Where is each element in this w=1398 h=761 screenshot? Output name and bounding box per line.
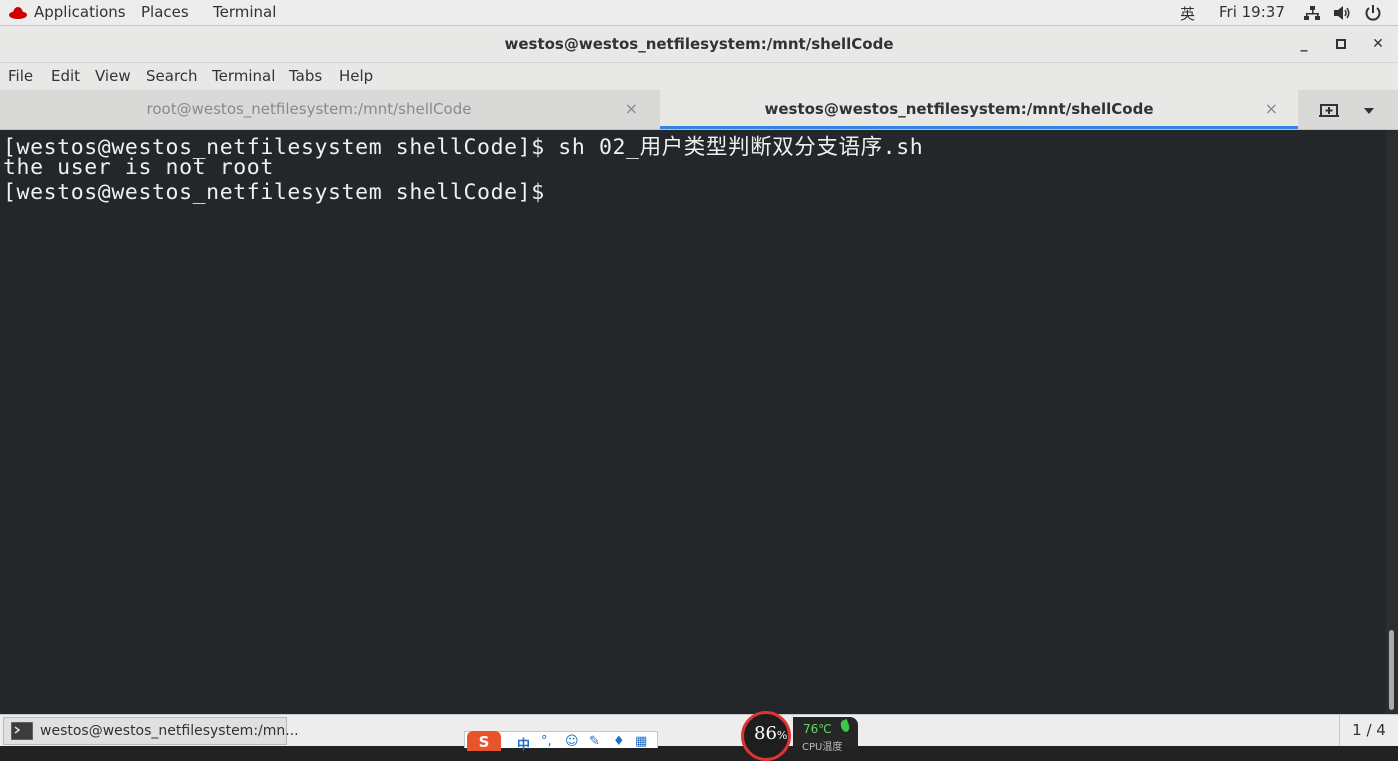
taskbar-window-label: westos@westos_netfilesystem:/mn... <box>40 723 299 739</box>
workspace-pager[interactable]: 1 / 4 <box>1339 715 1398 746</box>
punctuation-icon[interactable]: °, <box>541 734 552 749</box>
close-button[interactable]: ✕ <box>1368 34 1388 54</box>
terminal-line: [westos@westos_netfilesystem shellCode]$ <box>3 180 559 205</box>
power-icon[interactable] <box>1364 4 1382 26</box>
menu-file[interactable]: File <box>8 67 33 85</box>
menu-tabs[interactable]: Tabs <box>289 67 322 85</box>
tab-menu-icon[interactable] <box>1362 90 1392 129</box>
applications-menu[interactable]: Applications <box>34 3 126 21</box>
clock[interactable]: Fri 19:37 <box>1219 3 1285 21</box>
terminal-scrollbar[interactable] <box>1386 130 1398 714</box>
tab-label: root@westos_netfilesystem:/mnt/shellCode <box>146 100 472 118</box>
cpu-temperature: 76℃ <box>803 722 832 736</box>
window-title: westos@westos_netfilesystem:/mnt/shellCo… <box>504 35 894 53</box>
tab-root[interactable]: root@westos_netfilesystem:/mnt/shellCode… <box>0 90 658 129</box>
tab-close-icon[interactable]: × <box>625 99 638 118</box>
pen-icon[interactable]: ✎ <box>589 734 600 749</box>
cpu-usage-unit: % <box>776 729 788 742</box>
menu-edit[interactable]: Edit <box>51 67 80 85</box>
tab-label: westos@westos_netfilesystem:/mnt/shellCo… <box>764 100 1154 118</box>
voice-icon[interactable]: ♦ <box>613 734 625 749</box>
new-tab-icon[interactable] <box>1318 90 1348 129</box>
menubar: File Edit View Search Terminal Tabs Help <box>0 63 1398 90</box>
volume-icon[interactable] <box>1333 5 1351 25</box>
bottom-panel: westos@westos_netfilesystem:/mn... S 中 °… <box>0 714 1398 753</box>
terminal-view[interactable]: [westos@westos_netfilesystem shellCode]$… <box>0 130 1398 714</box>
terminal-app-menu[interactable]: Terminal <box>213 3 276 21</box>
maximize-button[interactable] <box>1331 34 1351 54</box>
menu-terminal[interactable]: Terminal <box>212 67 275 85</box>
leaf-icon <box>839 718 851 734</box>
redhat-icon <box>8 4 28 24</box>
ime-language[interactable]: 中 <box>517 734 530 753</box>
terminal-app-icon <box>10 721 34 744</box>
network-icon[interactable] <box>1303 5 1321 25</box>
tab-bar: root@westos_netfilesystem:/mnt/shellCode… <box>0 90 1398 130</box>
menu-view[interactable]: View <box>95 67 131 85</box>
ime-toolbar[interactable]: S 中 °, ☺ ✎ ♦ ▦ <box>464 731 658 753</box>
tab-westos[interactable]: westos@westos_netfilesystem:/mnt/shellCo… <box>660 90 1298 129</box>
terminal-line: the user is not root <box>3 155 274 180</box>
taskbar-window-item[interactable]: westos@westos_netfilesystem:/mn... <box>3 717 299 745</box>
minimize-button[interactable]: _ <box>1294 34 1314 54</box>
input-method-indicator[interactable]: 英 <box>1180 3 1195 24</box>
sogou-logo[interactable]: S <box>467 731 501 751</box>
menu-search[interactable]: Search <box>146 67 198 85</box>
cpu-temp-panel: 76℃ CPU温度 <box>793 717 858 753</box>
toolbox-icon[interactable]: ▦ <box>635 734 647 749</box>
top-panel: Applications Places Terminal 英 Fri 19:37 <box>0 0 1398 26</box>
tab-close-icon[interactable]: × <box>1265 99 1278 118</box>
cpu-usage: 86% <box>754 723 787 744</box>
scrollbar-thumb[interactable] <box>1389 630 1394 710</box>
cpu-usage-value: 86 <box>754 723 777 744</box>
emoji-icon[interactable]: ☺ <box>565 734 579 749</box>
places-menu[interactable]: Places <box>141 3 189 21</box>
menu-help[interactable]: Help <box>339 67 373 85</box>
window-titlebar[interactable]: westos@westos_netfilesystem:/mnt/shellCo… <box>0 26 1398 63</box>
